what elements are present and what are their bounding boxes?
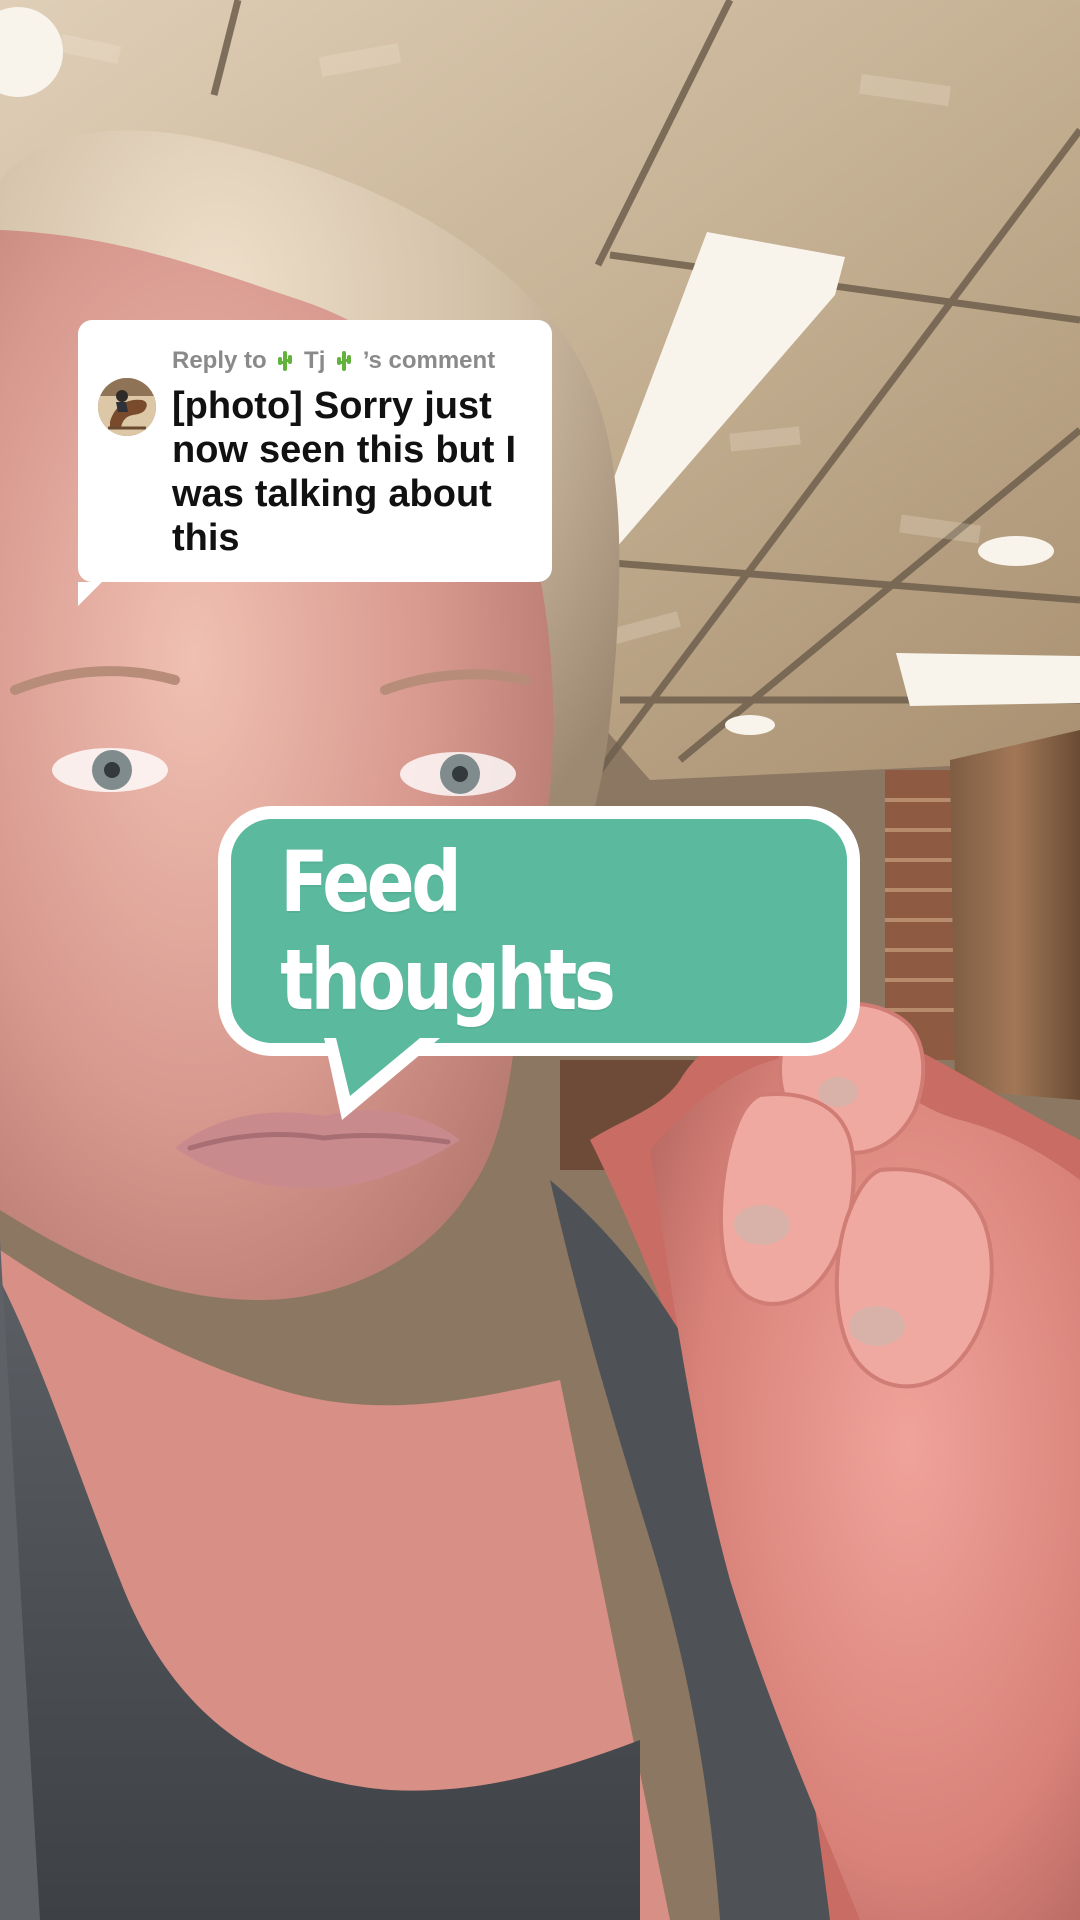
reply-comment-text: [photo] Sorry just now seen this but I w… xyxy=(172,385,517,560)
reply-comment-card[interactable]: Reply to Tj ’s comment [photo] Sorry jus… xyxy=(78,320,552,606)
feed-thoughts-sticker: Feed thoughts xyxy=(218,806,860,1056)
reply-username[interactable]: Tj xyxy=(304,347,325,375)
reply-header: Reply to Tj ’s comment xyxy=(172,346,528,374)
sticker-tail xyxy=(324,1038,440,1120)
reply-card-tail xyxy=(78,582,102,606)
reply-suffix: ’s comment xyxy=(362,346,496,374)
cactus-icon xyxy=(276,349,294,373)
avatar[interactable] xyxy=(98,378,156,436)
sticker-text: Feed thoughts xyxy=(280,833,616,1029)
cactus-icon xyxy=(335,349,353,373)
reply-prefix: Reply to xyxy=(172,346,267,374)
